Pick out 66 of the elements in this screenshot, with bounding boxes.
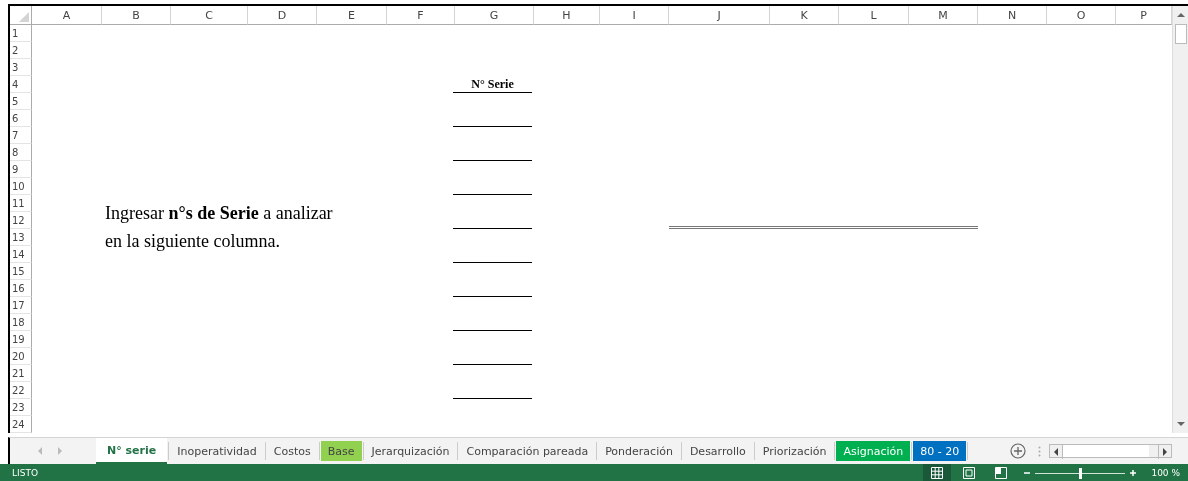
column-header[interactable]: N [978,6,1047,25]
column-header[interactable]: I [600,6,669,25]
sheet-tab[interactable]: Ponderación [598,441,680,461]
sheet-tab[interactable]: Jerarquización [364,441,457,461]
row-header[interactable]: 20 [10,348,32,365]
sheet-tab[interactable]: Costos [266,441,318,461]
row-header[interactable]: 15 [10,263,32,280]
row-header[interactable]: 10 [10,178,32,195]
grid-icon [931,467,944,479]
row-header[interactable]: 19 [10,331,32,348]
sheet-tab[interactable]: Desarrollo [682,441,753,461]
row-header[interactable]: 7 [10,127,32,144]
row-header[interactable]: 2 [10,42,32,59]
zoom-level-text[interactable]: 100 % [1151,468,1180,478]
scrollbar-thumb[interactable] [1063,445,1149,457]
column-header[interactable]: B [102,6,171,25]
column-header[interactable]: J [669,6,770,25]
row-header[interactable]: 21 [10,365,32,382]
row-header[interactable]: 17 [10,297,32,314]
column-header[interactable]: M [909,6,978,25]
series-heading: N° Serie [453,76,532,93]
column-header[interactable]: D [248,6,317,25]
column-header[interactable]: A [32,6,102,25]
row-header[interactable]: 16 [10,280,32,297]
column-header[interactable]: O [1047,6,1116,25]
instruction-text: Ingresar n°s de Serie a analizar en la siguiente columna. [105,202,333,253]
add-sheet-icon[interactable] [1010,443,1026,459]
sheet-tab[interactable]: Inoperatividad [170,441,264,461]
row-header[interactable]: 13 [10,229,32,246]
column-header[interactable]: K [770,6,839,25]
status-text: LISTO [12,468,38,478]
sheet-tab[interactable]: Base [320,441,362,461]
column-header[interactable]: C [171,6,248,25]
column-header[interactable]: H [534,6,600,25]
row-header[interactable]: 11 [10,195,32,212]
column-header[interactable]: F [387,6,455,25]
row-header[interactable]: 3 [10,59,32,76]
row-header[interactable]: 23 [10,399,32,416]
row-header[interactable]: 18 [10,314,32,331]
sheet-tab[interactable]: Comparación pareada [459,441,596,461]
page-icon [963,467,976,479]
row-header[interactable]: 1 [10,25,32,42]
row-header[interactable]: 8 [10,144,32,161]
scrollbar-thumb[interactable] [1174,24,1187,44]
row-header[interactable]: 22 [10,382,32,399]
page-break-icon [995,467,1008,479]
sheet-tab[interactable]: N° serie [96,438,168,464]
horizontal-scrollbar[interactable] [1049,444,1172,458]
row-header[interactable]: 24 [10,416,32,433]
row-header[interactable]: 6 [10,110,32,127]
row-header[interactable]: 9 [10,161,32,178]
vertical-scrollbar[interactable] [1172,6,1188,433]
column-header[interactable]: G [455,6,534,25]
zoom-out-icon[interactable] [1023,469,1032,477]
sheet-tab[interactable]: Priorización [755,441,834,461]
row-header[interactable]: 12 [10,212,32,229]
triangle-icon [19,12,29,22]
zoom-in-icon[interactable] [1129,469,1138,477]
row-header[interactable]: 5 [10,93,32,110]
column-header[interactable]: E [317,6,387,25]
row-header[interactable]: 4 [10,76,32,93]
zoom-slider-thumb[interactable] [1079,467,1083,479]
column-header[interactable]: L [839,6,909,25]
sheet-tab[interactable]: 80 - 20 [913,441,967,461]
normal-view-button[interactable] [923,464,952,481]
row-header[interactable]: 14 [10,246,32,263]
